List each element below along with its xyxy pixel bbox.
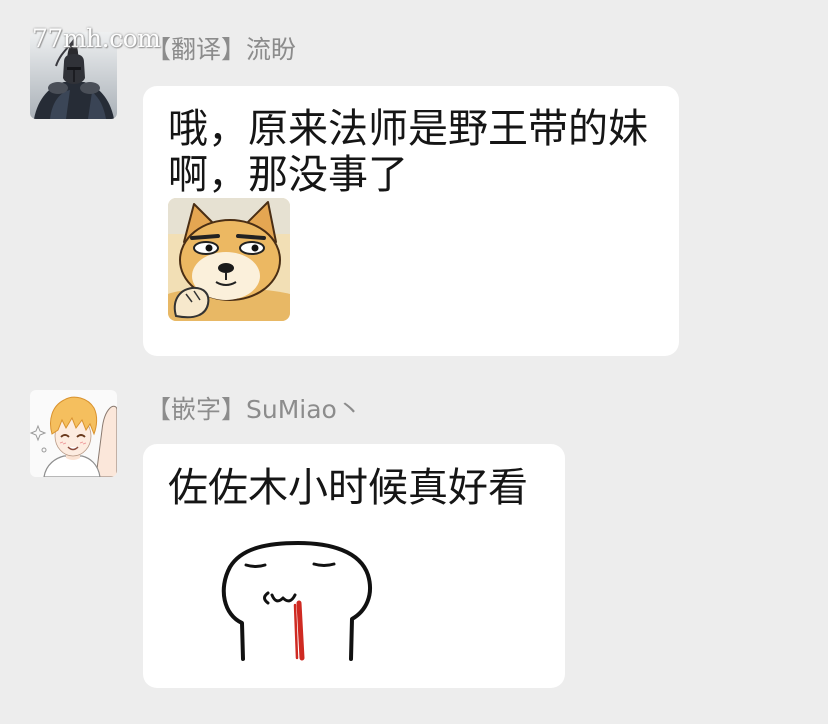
watermark: 77mh.com xyxy=(32,24,161,53)
sender-name[interactable]: 【嵌字】SuMiao丶 xyxy=(146,396,362,424)
message-text: 佐佐木小时候真好看 xyxy=(168,465,528,511)
message-row: 【嵌字】SuMiao丶 佐佐木小时候真好看 xyxy=(0,390,828,688)
message-text: 哦，原来法师是野王带的妹 啊，那没事了 xyxy=(168,106,648,198)
sticker[interactable] xyxy=(210,535,380,665)
sender-name[interactable]: 【翻译】流盼 xyxy=(146,36,296,64)
message-line: 佐佐木小时候真好看 xyxy=(168,465,528,511)
chat-view: 77mh.com 【翻译】流盼 哦，原来法师是野王带的妹 啊，那没事了 【嵌字】… xyxy=(0,0,828,724)
message-line: 哦，原来法师是野王带的妹 xyxy=(168,106,648,152)
anime-boy-portrait-icon xyxy=(30,390,117,477)
message-line: 啊，那没事了 xyxy=(168,152,408,198)
nosebleed-blob-sticker-icon xyxy=(221,541,372,661)
message-bubble[interactable]: 佐佐木小时候真好看 xyxy=(143,444,565,688)
sticker[interactable] xyxy=(168,198,290,321)
sender-avatar[interactable] xyxy=(30,390,117,477)
message-bubble[interactable]: 哦，原来法师是野王带的妹 啊，那没事了 xyxy=(143,86,679,356)
doge-sticker-icon xyxy=(168,198,290,321)
message-row: 【翻译】流盼 哦，原来法师是野王带的妹 啊，那没事了 xyxy=(0,32,828,356)
